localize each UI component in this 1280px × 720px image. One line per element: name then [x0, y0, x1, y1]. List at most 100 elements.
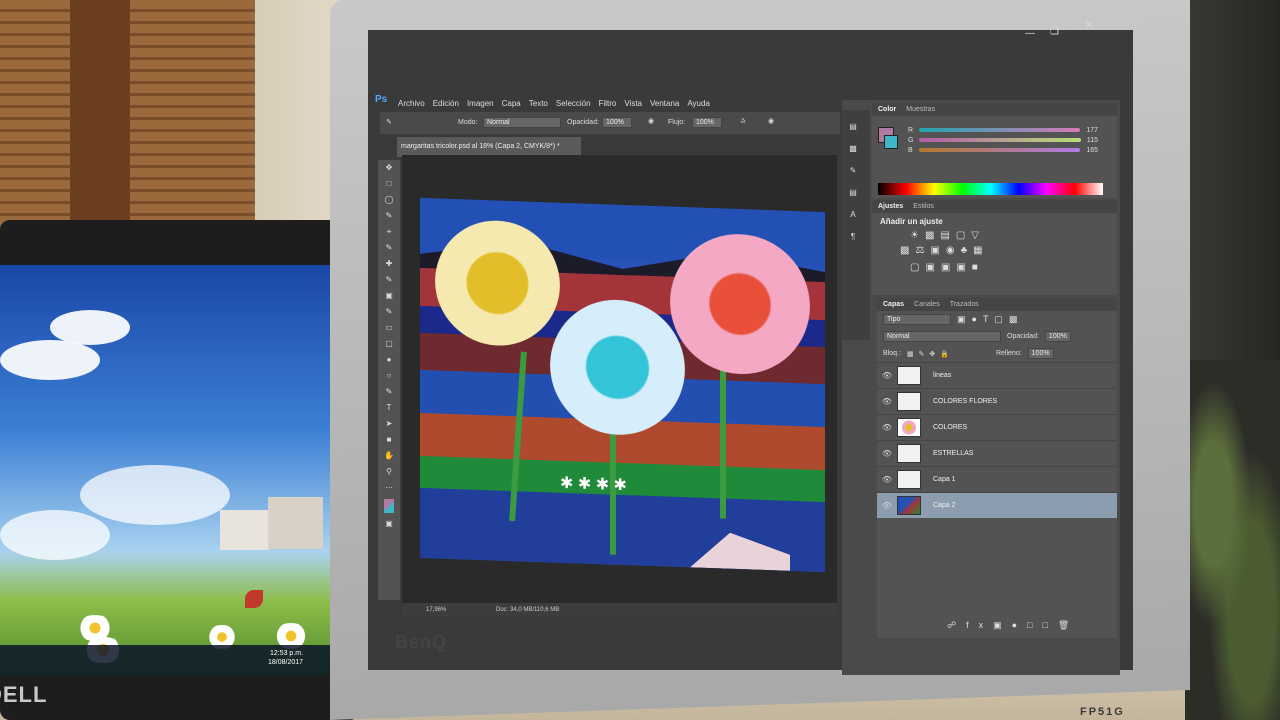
menu-seleccion[interactable]: Selección	[556, 99, 591, 108]
document-tab[interactable]: margaritas tricolor.psd al 18% (Capa 2, …	[397, 137, 581, 157]
restore-icon[interactable]: ❏	[1050, 26, 1059, 37]
menu-edicion[interactable]: Edición	[433, 99, 459, 108]
layer-thumbnail	[897, 418, 921, 437]
fill-input[interactable]: 100%	[1027, 348, 1054, 359]
layer-row[interactable]: 👁 COLORES FLORES	[877, 388, 1117, 414]
flow-input[interactable]: 100%	[692, 117, 722, 128]
healing-tool-icon[interactable]: ✚	[384, 259, 394, 269]
cloud	[80, 465, 230, 525]
hand-tool-icon[interactable]: ✋	[384, 451, 394, 461]
pen-tool-icon[interactable]: ✎	[384, 387, 394, 397]
layer-row[interactable]: 👁 COLORES	[877, 414, 1117, 440]
opacity-input[interactable]: 100%	[602, 117, 632, 128]
brush-tool-icon[interactable]: ✎	[384, 275, 394, 285]
layer-row[interactable]: 👁 lineas	[877, 362, 1117, 388]
g-slider[interactable]	[919, 138, 1081, 142]
layer-name: Capa 2	[933, 502, 956, 509]
pressure-size-icon[interactable]: ◉	[768, 117, 774, 125]
path-select-tool-icon[interactable]: ➤	[384, 419, 394, 429]
quick-select-tool-icon[interactable]: ✎	[384, 211, 394, 221]
menu-texto[interactable]: Texto	[529, 99, 548, 108]
lasso-tool-icon[interactable]: ◯	[384, 195, 394, 205]
marquee-tool-icon[interactable]: □	[384, 179, 394, 189]
layer-row-selected[interactable]: 👁 Capa 2	[877, 492, 1117, 518]
layer-filter-select[interactable]: Tipo	[883, 314, 951, 325]
tab-trazados[interactable]: Trazados	[950, 301, 979, 308]
brush-panel-icon[interactable]: ✎	[848, 166, 858, 176]
layer-thumbnail	[897, 444, 921, 463]
cloud	[0, 340, 100, 380]
brush-tool-icon[interactable]: ✎	[386, 118, 392, 126]
menu-imagen[interactable]: Imagen	[467, 99, 494, 108]
foreground-background-color-icon[interactable]	[384, 499, 394, 513]
r-slider[interactable]	[919, 128, 1081, 132]
adjust-icons-row-3[interactable]: ▢▣▣▣■	[872, 260, 1117, 275]
tab-estilos[interactable]: Estilos	[913, 203, 934, 210]
shape-tool-icon[interactable]: ■	[384, 435, 394, 445]
menu-archivo[interactable]: Archivo	[398, 99, 425, 108]
layer-row[interactable]: 👁 Capa 1	[877, 466, 1117, 492]
menu-vista[interactable]: Vista	[624, 99, 642, 108]
eye-icon[interactable]: 👁	[877, 423, 897, 432]
brush-presets-icon[interactable]: ▤	[848, 188, 858, 198]
minimize-icon[interactable]: —	[1025, 28, 1035, 39]
properties-panel-icon[interactable]: ▩	[848, 144, 858, 154]
eye-icon[interactable]: 👁	[877, 371, 897, 380]
menu-filtro[interactable]: Filtro	[599, 99, 617, 108]
eyedropper-tool-icon[interactable]: ✎	[384, 243, 394, 253]
panel-dock: ▤ ▩ ✎ ▤ A ¶	[842, 110, 870, 340]
zoom-level[interactable]: 17,96%	[426, 603, 446, 617]
history-brush-icon[interactable]: ✎	[384, 307, 394, 317]
crop-tool-icon[interactable]: ⌖	[384, 227, 394, 237]
quick-mask-icon[interactable]: ▣	[384, 519, 394, 529]
layers-footer-icons[interactable]: ☍fx▣●□□🗑	[947, 620, 1079, 631]
artwork-canvas[interactable]: ✱ ✱ ✱ ✱	[420, 197, 825, 573]
tab-ajustes[interactable]: Ajustes	[878, 203, 903, 210]
menu-capa[interactable]: Capa	[502, 99, 521, 108]
stamp-tool-icon[interactable]: ▣	[384, 291, 394, 301]
type-tool-icon[interactable]: T	[384, 403, 394, 413]
house	[268, 497, 323, 549]
close-icon[interactable]: ✕	[1085, 20, 1093, 31]
paragraph-panel-icon[interactable]: ¶	[848, 232, 858, 242]
menu-ayuda[interactable]: Ayuda	[687, 99, 710, 108]
color-spectrum[interactable]	[878, 183, 1103, 195]
blend-mode-select[interactable]: Normal	[883, 331, 1001, 342]
layer-row[interactable]: 👁 ESTRELLAS	[877, 440, 1117, 466]
eraser-tool-icon[interactable]: ▭	[384, 323, 394, 333]
channel-value[interactable]: 115	[1087, 137, 1098, 144]
blur-tool-icon[interactable]: ●	[384, 355, 394, 365]
menu-ventana[interactable]: Ventana	[650, 99, 679, 108]
eye-icon[interactable]: 👁	[877, 501, 897, 510]
layer-name: lineas	[933, 372, 952, 379]
eye-icon[interactable]: 👁	[877, 475, 897, 484]
channel-value[interactable]: 165	[1086, 147, 1098, 154]
opacity-label: Opacidad:	[567, 119, 599, 126]
layer-filter-icons[interactable]: ▣●T▢▩	[957, 314, 1023, 325]
b-slider[interactable]	[918, 148, 1081, 152]
zoom-tool-icon[interactable]: ⚲	[384, 467, 394, 477]
layer-opacity-input[interactable]: 100%	[1044, 331, 1071, 342]
tab-canales[interactable]: Canales	[914, 301, 940, 308]
eye-icon[interactable]: 👁	[877, 449, 897, 458]
tab-muestras[interactable]: Muestras	[906, 106, 935, 113]
lock-icons[interactable]: ▦✎✥🔒	[907, 350, 954, 358]
mode-select[interactable]: Normal	[483, 117, 561, 128]
character-panel-icon[interactable]: A	[848, 210, 858, 220]
airbrush-icon[interactable]: ✰	[740, 117, 746, 125]
eye-icon[interactable]: 👁	[877, 397, 897, 406]
more-tools-icon[interactable]: ⋯	[384, 483, 394, 493]
background-swatch[interactable]	[884, 135, 898, 149]
dodge-tool-icon[interactable]: ○	[384, 371, 394, 381]
move-tool-icon[interactable]: ✥	[384, 163, 394, 173]
laptop-clock[interactable]: 12:53 p.m. 18/08/2017	[268, 649, 303, 667]
tab-capas[interactable]: Capas	[883, 301, 904, 308]
history-panel-icon[interactable]: ▤	[848, 122, 858, 132]
layers-panel: Capas Canales Trazados Tipo ▣●T▢▩ Normal…	[877, 298, 1117, 638]
adjust-icons-row-1[interactable]: ☀▩▤▢▽	[872, 230, 1117, 241]
gradient-tool-icon[interactable]: ▢	[384, 339, 394, 349]
adjust-icons-row-2[interactable]: ▩⚖▣◉♣▦	[872, 241, 1117, 260]
tab-color[interactable]: Color	[878, 106, 896, 113]
channel-value[interactable]: 177	[1086, 127, 1098, 134]
pressure-opacity-icon[interactable]: ◉	[648, 117, 654, 125]
